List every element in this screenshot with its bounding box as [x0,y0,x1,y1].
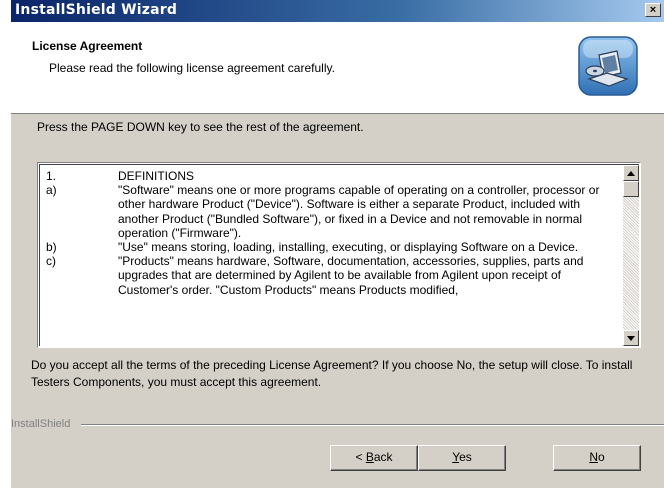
no-label-rest: o [597,450,605,464]
yes-button[interactable]: Yes [418,445,506,471]
header-panel: License Agreement Please read the follow… [11,22,664,114]
license-row-text: "Software" means one or more programs ca… [118,183,600,240]
license-text-box[interactable]: 1. DEFINITIONS a) "Software" means one o… [37,162,641,348]
instruction-text: Press the PAGE DOWN key to see the rest … [37,120,364,134]
back-button[interactable]: < Back [330,445,418,471]
license-row-number: c) [46,254,56,269]
license-row-text: "Use" means storing, loading, installing… [118,240,579,255]
license-row: b) "Use" means storing, loading, install… [46,240,602,254]
installshield-window: InstallShield Wizard × License Agreement… [10,0,664,488]
title-bar[interactable]: InstallShield Wizard × [11,0,664,22]
close-button[interactable]: × [645,3,661,17]
page-title: License Agreement [32,39,143,53]
installshield-brand: InstallShield [11,418,71,430]
back-accel-key: B [365,450,374,464]
scroll-up-button[interactable] [623,165,639,181]
window-title: InstallShield Wizard [15,2,178,18]
license-row-number: a) [46,183,57,198]
back-prefix: < [355,450,366,464]
license-row: 1. DEFINITIONS [46,169,602,183]
back-label-rest: ack [373,450,393,464]
close-icon: × [649,4,657,16]
license-row: a) "Software" means one or more programs… [46,183,602,240]
license-text: 1. DEFINITIONS a) "Software" means one o… [46,169,602,297]
footer-divider [81,424,664,426]
yes-label-rest: es [459,450,472,464]
license-row-number: b) [46,240,57,255]
vertical-scrollbar[interactable] [623,165,639,346]
scroll-down-button[interactable] [623,330,639,346]
no-accel-key: N [589,450,598,464]
page-subtitle: Please read the following license agreem… [49,61,335,75]
license-row: c) "Products" means hardware, Software, … [46,254,602,297]
no-button[interactable]: No [553,445,641,471]
license-row-number: 1. [46,169,57,183]
scroll-thumb[interactable] [623,181,639,197]
license-row-text: DEFINITIONS [118,169,195,183]
computer-install-icon [578,36,638,96]
arrow-up-icon [627,171,635,176]
license-row-text: "Products" means hardware, Software, doc… [118,254,584,297]
arrow-down-icon [627,336,635,341]
accept-question: Do you accept all the terms of the prece… [31,358,633,389]
